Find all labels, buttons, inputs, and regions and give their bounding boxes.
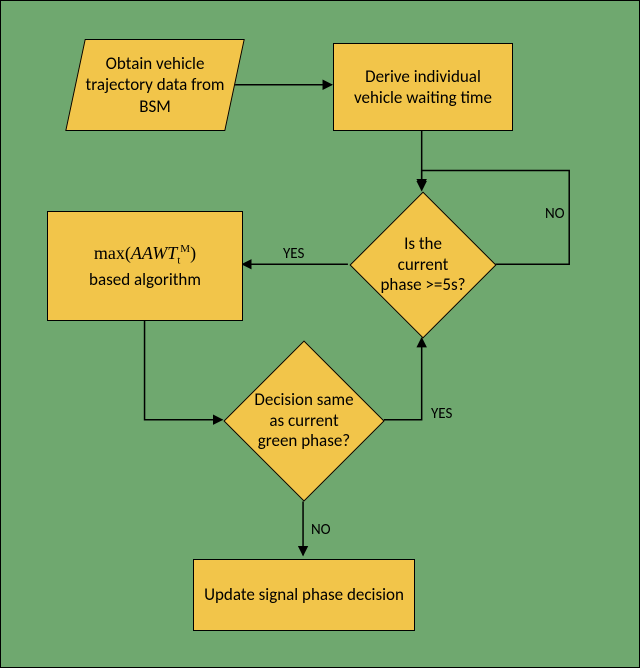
node-phase5s: Is the current phase >=5s? xyxy=(371,213,475,317)
label-no-2: NO xyxy=(311,521,331,539)
label-yes-1: YES xyxy=(283,245,304,263)
node-algo-text: max(AAWTtM) based algorithm xyxy=(89,242,201,290)
node-input-text: Obtain vehicle trajectory data from BSM xyxy=(84,53,226,117)
flowchart-canvas: Obtain vehicle trajectory data from BSM … xyxy=(0,0,640,668)
node-decision-same: Decision same as current green phase? xyxy=(247,364,361,478)
node-decision-same-text: Decision same as current green phase? xyxy=(247,364,361,478)
node-derive: Derive individual vehicle waiting time xyxy=(333,43,513,131)
node-input: Obtain vehicle trajectory data from BSM xyxy=(65,39,245,131)
node-derive-text: Derive individual vehicle waiting time xyxy=(342,66,504,109)
node-update: Update signal phase decision xyxy=(193,559,415,631)
node-phase5s-text: Is the current phase >=5s? xyxy=(371,213,475,317)
node-update-text: Update signal phase decision xyxy=(204,584,404,605)
node-algo: max(AAWTtM) based algorithm xyxy=(47,211,243,321)
label-no-1: NO xyxy=(545,205,565,223)
label-yes-2: YES xyxy=(431,405,452,423)
